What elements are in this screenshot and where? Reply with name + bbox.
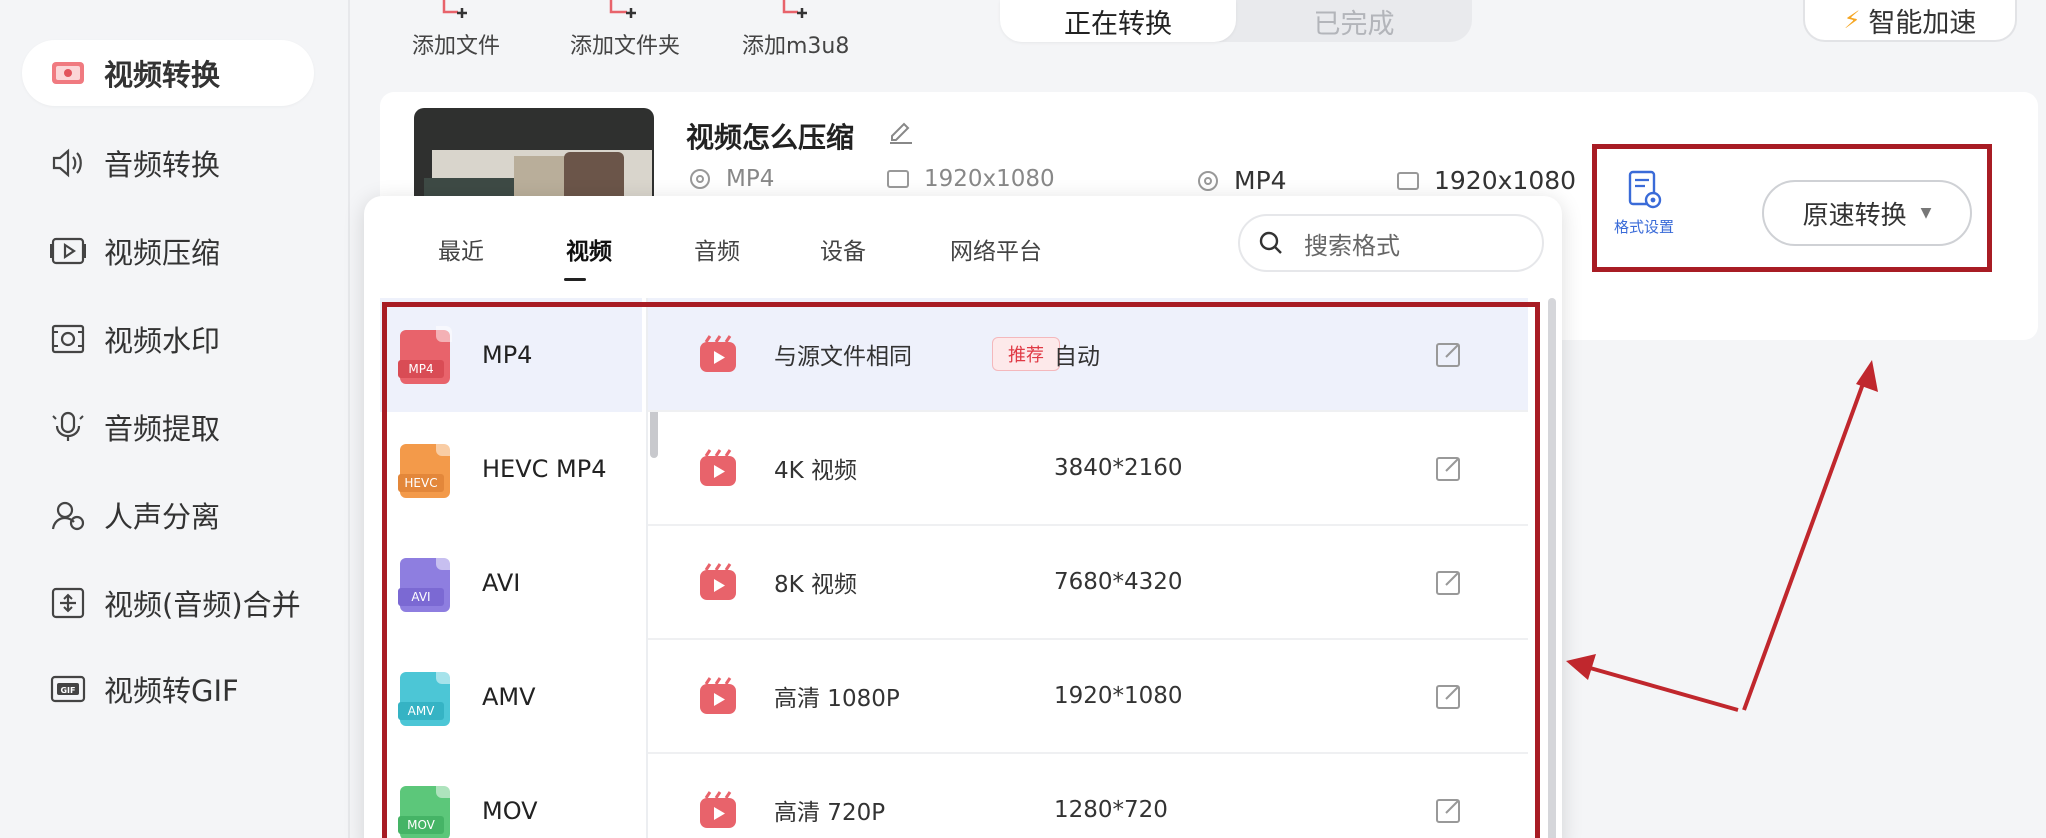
sidebar-item-audio-convert[interactable]: 音频转换	[22, 130, 314, 196]
add-file-button[interactable]: 添加文件	[412, 0, 500, 60]
target-format-value: MP4	[1234, 166, 1287, 195]
tab-device[interactable]: 设备	[820, 232, 866, 266]
svg-text:GIF: GIF	[60, 686, 75, 695]
tab-web-platform[interactable]: 网络平台	[950, 232, 1042, 266]
sidebar-item-label: 音频提取	[104, 412, 221, 446]
audio-convert-icon	[50, 146, 86, 180]
search-placeholder: 搜索格式	[1304, 231, 1400, 260]
format-icon	[690, 169, 710, 189]
app-window: 视频转换 音频转换 视频压缩 视频水印 音频提取 人声分离 视频(音频)合并 G…	[0, 0, 2046, 838]
tab-audio[interactable]: 音频	[694, 232, 740, 266]
source-format: MP4	[688, 166, 774, 192]
rename-icon[interactable]	[886, 116, 916, 146]
video-compress-icon	[50, 234, 86, 268]
sidebar-item-label: 视频压缩	[104, 236, 221, 270]
add-file-icon	[436, 0, 476, 22]
annotation-box-convert	[1592, 144, 1992, 272]
sidebar-item-label: 视频转换	[104, 58, 221, 92]
preset-list-scrollbar[interactable]	[1548, 298, 1556, 838]
add-m3u8-label: 添加m3u8	[742, 34, 850, 59]
tab-completed[interactable]: 已完成	[1236, 0, 1472, 42]
target-resolution: 1920x1080	[1396, 166, 1576, 195]
add-m3u8-icon	[776, 0, 816, 22]
add-folder-button[interactable]: 添加文件夹	[570, 0, 680, 60]
status-segmented-control: 正在转换 已完成	[1000, 0, 1472, 42]
add-file-label: 添加文件	[412, 34, 501, 59]
target-format: MP4	[1196, 166, 1287, 195]
sidebar-item-label: 视频(音频)合并	[104, 588, 301, 622]
source-resolution-value: 1920x1080	[924, 166, 1055, 192]
source-format-value: MP4	[726, 166, 775, 192]
sidebar-item-audio-extract[interactable]: 音频提取	[22, 394, 314, 460]
tab-converting[interactable]: 正在转换	[1000, 0, 1236, 42]
sidebar-item-label: 视频水印	[104, 324, 221, 358]
gif-icon: GIF	[50, 672, 86, 706]
format-search-input[interactable]: 搜索格式	[1238, 214, 1544, 272]
sidebar-item-gif[interactable]: GIF 视频转GIF	[22, 656, 314, 722]
format-icon	[1198, 170, 1218, 191]
search-icon	[1259, 231, 1282, 254]
resolution-icon	[1397, 171, 1419, 190]
lightning-icon: ⚡	[1843, 6, 1861, 34]
accelerate-button[interactable]: ⚡ 智能加速	[1803, 0, 2017, 42]
tab-recent[interactable]: 最近	[438, 232, 484, 266]
sidebar-item-merge[interactable]: 视频(音频)合并	[22, 570, 314, 636]
sidebar-item-video-convert[interactable]: 视频转换	[22, 40, 314, 106]
sidebar-item-label: 音频转换	[104, 148, 221, 182]
active-tab-indicator	[564, 278, 586, 281]
tab-video[interactable]: 视频	[566, 232, 612, 266]
accelerate-label: 智能加速	[1868, 7, 1977, 39]
source-resolution: 1920x1080	[886, 166, 1055, 192]
merge-icon	[50, 586, 86, 620]
sidebar: 视频转换 音频转换 视频压缩 视频水印 音频提取 人声分离 视频(音频)合并 G…	[0, 0, 350, 838]
format-tabs: 最近 视频 音频 设备 网络平台 搜索格式	[364, 196, 1562, 292]
sidebar-item-video-compress[interactable]: 视频压缩	[22, 218, 314, 284]
add-folder-icon	[605, 0, 645, 22]
sidebar-item-label: 人声分离	[104, 500, 221, 534]
annotation-box-format-list	[382, 302, 1540, 838]
add-folder-label: 添加文件夹	[570, 34, 681, 59]
sidebar-item-video-watermark[interactable]: 视频水印	[22, 306, 314, 372]
sidebar-item-label: 视频转GIF	[104, 674, 239, 708]
video-watermark-icon	[50, 322, 86, 356]
video-convert-icon	[50, 56, 86, 90]
sidebar-item-voice-separate[interactable]: 人声分离	[22, 482, 314, 548]
add-m3u8-button[interactable]: 添加m3u8	[742, 0, 849, 60]
target-resolution-value: 1920x1080	[1434, 166, 1577, 195]
file-title: 视频怎么压缩	[686, 121, 855, 154]
voice-separate-icon	[50, 498, 86, 532]
resolution-icon	[887, 170, 909, 188]
audio-extract-icon	[50, 410, 86, 444]
